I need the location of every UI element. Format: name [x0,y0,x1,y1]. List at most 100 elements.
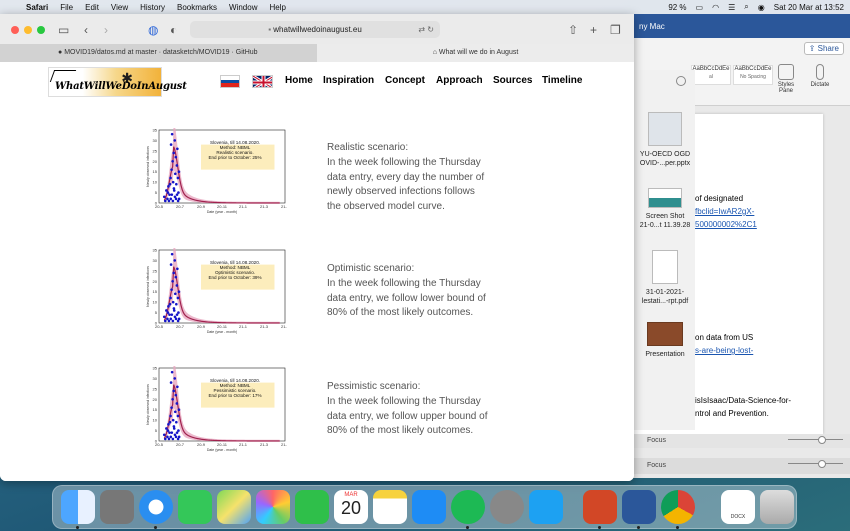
safari-icon[interactable] [139,490,173,524]
chart-point [165,189,168,192]
chart-point [173,172,177,176]
focus-button[interactable]: Focus [647,437,666,444]
file-item[interactable]: Screen Shot 21-0...t 11.39.28 [634,188,696,230]
doc-link[interactable]: 500000002%2C1 [695,220,757,229]
chart-annotation: End prior to October: 17% [208,393,261,398]
wifi-icon[interactable]: ◠ [712,3,719,12]
menu-edit[interactable]: Edit [85,3,99,12]
nav-timeline[interactable]: Timeline [542,75,582,86]
menu-datetime[interactable]: Sat 20 Mar at 13:52 [774,3,844,12]
chart-ytick-label: 35 [153,366,158,371]
translate-reload-icons[interactable]: ⇄ ↻ [418,21,434,38]
spotlight-icon[interactable]: ⌕ [744,2,748,12]
photos-icon[interactable] [256,490,290,524]
chrome-icon[interactable] [661,490,695,524]
menu-help[interactable]: Help [269,3,285,12]
finder-icon[interactable] [61,490,95,524]
tab-overview-icon[interactable]: ❐ [610,23,621,37]
docx-file-icon[interactable]: DOCX [721,490,755,524]
spotify-icon[interactable] [451,490,485,524]
chart-point [167,199,171,203]
chart-point [167,423,170,426]
chart-point [174,393,178,397]
nav-sources[interactable]: Sources [493,75,532,86]
slovenian-flag-icon[interactable] [220,75,240,88]
battery-icon[interactable]: ▭ [696,3,704,12]
doc-line: isIsIsaac/Data-Science-for- [695,396,792,405]
privacy-shield-icon[interactable]: ◍ [148,23,158,37]
chart-ytick-label: 20 [153,397,158,402]
facetime-icon[interactable] [295,490,329,524]
nav-inspiration[interactable]: Inspiration [323,75,374,86]
style-no-spacing[interactable]: AaBbCcDdEe No Spacing [733,65,773,85]
share-icon[interactable]: ⇧ [568,23,578,37]
messages-icon[interactable] [178,490,212,524]
tab-whatwillwedo[interactable]: ⌂ What will we do in August [317,44,634,62]
twitter-icon[interactable] [529,490,563,524]
forward-icon[interactable]: › [104,23,108,37]
chart-ytick-label: 15 [153,407,158,412]
chart-ytick-label: 15 [153,289,158,294]
doc-link[interactable]: fbclid=IwAR2gX- [695,207,754,216]
chart-xtick-label: 21-5 [281,204,287,209]
site-logo[interactable]: ✱ WhatWillWeDoInAugust [48,67,187,97]
file-item[interactable]: Presentation [634,322,696,359]
zoom-window-button[interactable] [37,26,45,34]
scenario-line: 80% of the most likely outcomes. [327,307,474,319]
siri-icon[interactable]: ◉ [758,3,765,12]
file-item[interactable]: YU-OECD OGD OVID-...per.pptx [634,112,696,168]
trash-icon[interactable] [760,490,794,524]
chart-xtick-label: 20-5 [155,324,164,329]
styles-pane-button[interactable]: Styles Pane [773,64,799,94]
share-button[interactable]: ⇪ Share [803,42,844,55]
menu-view[interactable]: View [111,3,128,12]
file-item[interactable]: 31-01-2021- lestati...-rpt.pdf [634,250,696,306]
menu-window[interactable]: Window [229,3,257,12]
chart-point [169,317,173,321]
menu-history[interactable]: History [140,3,165,12]
tab-github[interactable]: ● MOVID19/datos.md at master · datasketc… [0,44,317,62]
chart-point [164,199,167,203]
calendar-icon[interactable]: MAR 20 [334,490,368,524]
chart-point [176,296,180,300]
new-tab-icon[interactable]: + [590,23,597,37]
chart-ytick-label: 15 [153,169,158,174]
nav-home[interactable]: Home [285,75,313,86]
chart-point [167,185,170,188]
menu-file[interactable]: File [60,3,73,12]
powerpoint-icon[interactable] [583,490,617,524]
chart-point [169,435,173,439]
nav-approach[interactable]: Approach [436,75,483,86]
doc-line: on data from US [695,333,754,342]
address-bar[interactable]: ▪ whatwillwedoinaugust.eu ⇄ ↻ [190,21,440,38]
focus-button-2[interactable]: Focus [647,462,666,469]
close-window-button[interactable] [11,26,19,34]
chart-point [177,170,181,174]
dock: MAR 20 DOCX [52,485,797,529]
style-normal[interactable]: AaBbCcDdEe al [691,65,731,85]
doc-link[interactable]: s-are-being-lost- [695,346,753,355]
dictate-button[interactable]: Dictate [807,64,833,88]
menu-app-name[interactable]: Safari [26,3,48,12]
word-icon[interactable] [622,490,656,524]
maps-icon[interactable] [217,490,251,524]
nav-concept[interactable]: Concept [385,75,425,86]
chart-xtick-label: 21-5 [281,324,287,329]
control-center-icon[interactable]: ☰ [728,3,735,12]
chart-point [170,431,174,434]
uk-flag-icon[interactable] [252,75,273,88]
launchpad-icon[interactable] [100,490,134,524]
menu-bookmarks[interactable]: Bookmarks [177,3,217,12]
system-preferences-icon[interactable] [490,490,524,524]
chart-ylabel: Newly observed infections [146,266,150,307]
zoom-slider-2[interactable] [788,460,843,468]
sidebar-icon[interactable]: ▭ [58,23,69,37]
notes-icon[interactable] [373,490,407,524]
content-blocker-icon[interactable]: ◐ [170,23,177,37]
search-icon[interactable] [676,76,686,86]
minimize-window-button[interactable] [24,26,32,34]
zoom-slider[interactable] [788,436,843,444]
chart-point [174,435,178,439]
back-icon[interactable]: ‹ [84,23,88,37]
app-store-icon[interactable] [412,490,446,524]
